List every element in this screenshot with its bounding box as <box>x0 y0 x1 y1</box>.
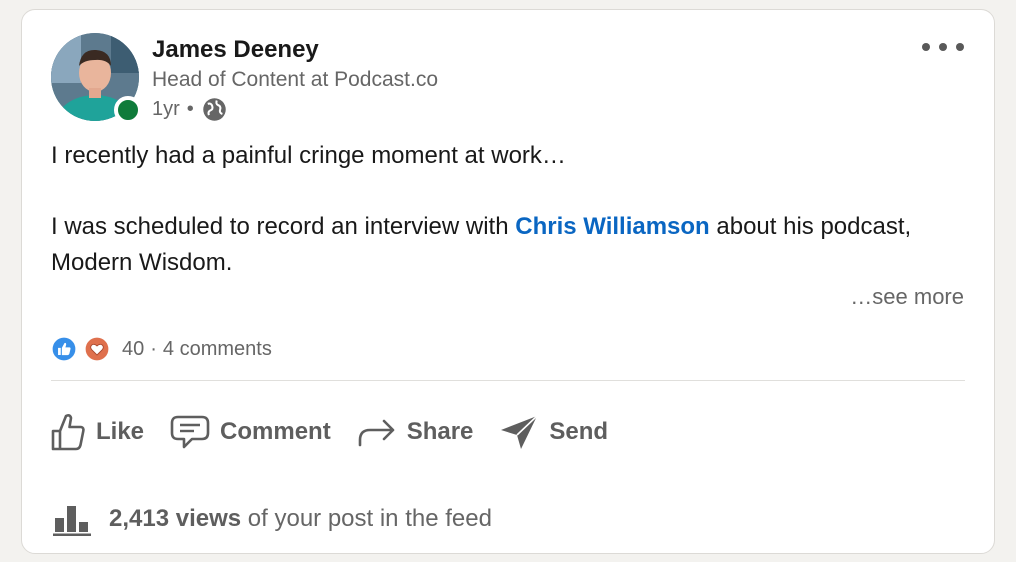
author-headline: Head of Content at Podcast.co <box>152 68 439 91</box>
post-body: I recently had a painful cringe moment a… <box>51 138 951 281</box>
online-status-indicator <box>114 96 142 124</box>
post-line-2-prefix: I was scheduled to record an interview w… <box>51 213 516 240</box>
action-bar: Like Comment Share Send <box>50 412 608 452</box>
like-icon <box>51 336 77 362</box>
views-suffix: of your post in the feed <box>247 505 492 532</box>
more-dot-icon <box>922 43 930 51</box>
like-label: Like <box>96 418 145 445</box>
comment-icon <box>170 415 210 449</box>
post-line-1: I recently had a painful cringe moment a… <box>51 142 566 169</box>
social-counts[interactable]: 40 · 4 comments <box>51 336 272 362</box>
post-time: 1yr <box>152 98 180 120</box>
more-dot-icon <box>939 43 947 51</box>
post-meta: 1yr • <box>152 96 228 123</box>
send-label: Send <box>549 418 609 445</box>
post-card: James Deeney Head of Content at Podcast.… <box>21 9 995 554</box>
comment-label: Comment <box>220 418 331 445</box>
meta-separator: • <box>186 98 194 120</box>
more-options-button[interactable] <box>922 38 964 56</box>
comments-count[interactable]: 4 comments <box>163 338 272 361</box>
share-icon <box>358 419 395 447</box>
globe-icon <box>203 98 226 121</box>
author-avatar-container[interactable] <box>51 33 142 124</box>
post-analytics[interactable]: 2,413 views of your post in the feed <box>53 502 492 536</box>
see-more-button[interactable]: …see more <box>850 284 964 310</box>
views-count: 2,413 views <box>109 505 242 532</box>
views-text: 2,413 views of your post in the feed <box>109 505 492 533</box>
post-line-2: I was scheduled to record an interview w… <box>51 209 951 281</box>
more-dot-icon <box>956 43 964 51</box>
bar-chart-icon <box>53 506 91 536</box>
share-button[interactable]: Share <box>357 416 474 448</box>
divider <box>51 380 965 381</box>
send-icon <box>501 415 538 449</box>
comment-button[interactable]: Comment <box>170 414 331 450</box>
thumbs-up-icon <box>51 414 85 451</box>
love-icon <box>84 336 110 362</box>
reaction-count[interactable]: 40 <box>122 338 144 361</box>
author-name[interactable]: James Deeney <box>152 36 319 64</box>
count-separator: · <box>150 337 157 360</box>
reaction-icons[interactable] <box>51 336 110 362</box>
send-button[interactable]: Send <box>499 413 608 451</box>
mention-link[interactable]: Chris Williamson <box>515 213 709 240</box>
like-button[interactable]: Like <box>50 412 144 452</box>
share-label: Share <box>406 418 474 445</box>
